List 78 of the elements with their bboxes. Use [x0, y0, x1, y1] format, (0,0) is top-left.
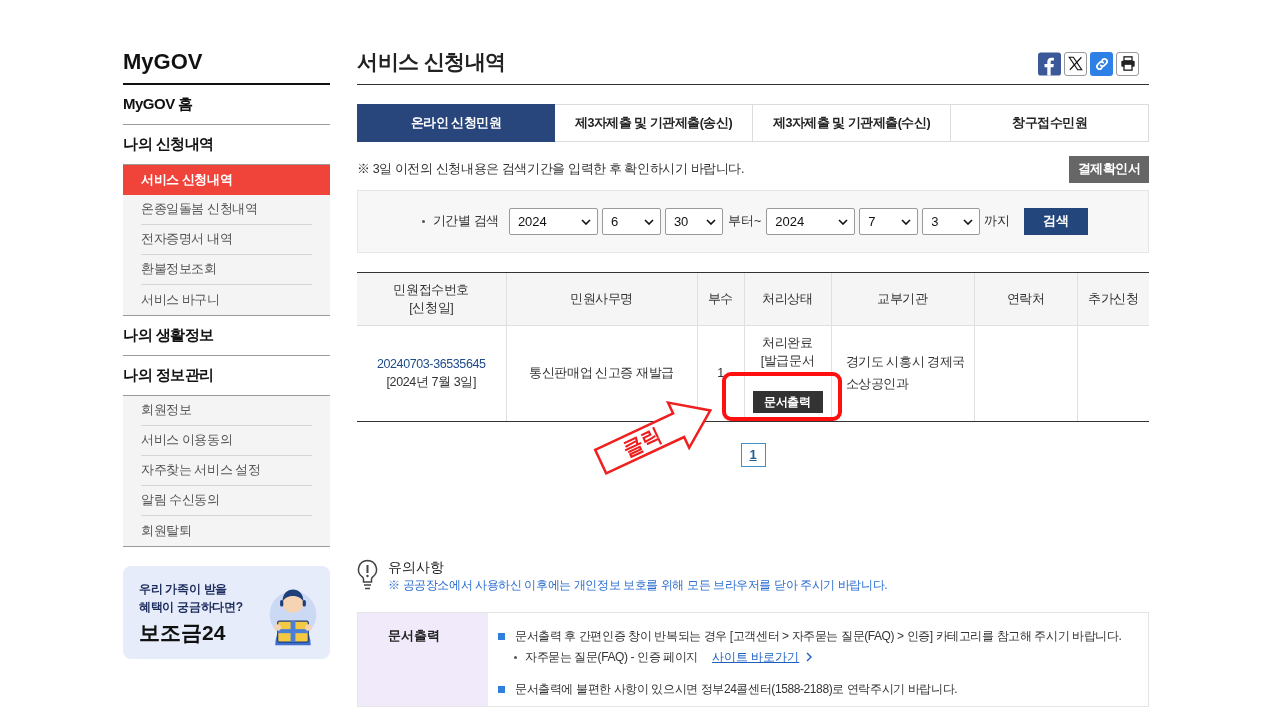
column-header: 부수	[697, 273, 744, 325]
x-logo-icon	[1068, 56, 1083, 71]
banner-text: 혜택이 궁금하다면?	[139, 598, 243, 616]
print-page-button[interactable]	[1116, 51, 1139, 76]
year-select[interactable]: 2024	[508, 208, 598, 235]
month-select[interactable]: 7	[859, 208, 919, 235]
range-text: 까지	[984, 213, 1011, 231]
callout-label: 클릭	[618, 422, 667, 463]
search-label: 기간별 검색	[432, 213, 499, 231]
sidebar-item[interactable]: 서비스 바구니	[141, 285, 312, 315]
sidebar-item[interactable]: 온종일돌봄 신청내역	[141, 195, 312, 225]
sidebar-item[interactable]: 알림 수신동의	[141, 486, 312, 516]
info-heading: 문서출력	[358, 613, 488, 706]
page-button[interactable]: 1	[740, 443, 766, 467]
year-select[interactable]: 2024	[766, 208, 856, 235]
status-text: 처리완료	[762, 334, 813, 352]
table-cell: 경기도 시흥시 경제국 소상공인과	[831, 325, 974, 421]
search-button[interactable]: 검색	[1024, 208, 1089, 235]
link-icon	[1093, 55, 1110, 72]
info-subtext: 자주묻는 질문(FAQ) - 인증 페이지	[525, 649, 698, 666]
sidebar-item[interactable]: 환불정보조회	[141, 255, 312, 285]
banner-text: 우리 가족이 받을	[139, 580, 228, 598]
sidebar-section-link[interactable]: 나의 생활정보	[123, 324, 214, 347]
day-select[interactable]: 3	[922, 208, 981, 235]
range-text: 부터~	[727, 213, 762, 231]
column-header: 추가신청	[1077, 273, 1149, 325]
info-text: 문서출력 후 간편인증 창이 반복되는 경우 [고객센터 > 자주묻는 질문(FAQ) > 인증] 카테고리를 참고해 주시기 바랍니다.	[515, 628, 1122, 645]
tab[interactable]: 온라인 신청민원	[357, 104, 555, 142]
payment-receipt-button[interactable]: 결제확인서	[1069, 156, 1149, 183]
sidebar-item[interactable]: 전자증명서 내역	[141, 225, 312, 255]
print-document-button[interactable]: 문서출력	[752, 390, 823, 413]
month-select[interactable]: 6	[601, 208, 661, 235]
sidebar-item[interactable]: 서비스 이용동의	[141, 426, 312, 456]
sidebar-item[interactable]: 서비스 신청내역	[123, 165, 330, 195]
sidebar-item[interactable]: 회원정보	[141, 396, 312, 426]
notes-message: ※ 공공장소에서 사용하신 이후에는 개인정보 보호를 위해 모든 브라우저를 닫아 주시기 바랍니다.	[388, 577, 888, 594]
column-header: 연락처	[974, 273, 1077, 325]
sidebar-item[interactable]: 자주찾는 서비스 설정	[141, 456, 312, 486]
column-header: 민원사무명	[506, 273, 697, 325]
sidebar-section-link[interactable]: 나의 신청내역	[123, 133, 214, 156]
info-text: 문서출력에 불편한 사항이 있으시면 정부24콜센터(1588-2188)로 연락주시기 바랍니다.	[515, 681, 958, 698]
square-bullet-icon	[498, 632, 505, 640]
receipt-number-link[interactable]: 20240703-36535645	[376, 355, 486, 374]
sidebar-title: MyGOV	[123, 50, 203, 73]
column-header: 처리상태	[744, 273, 831, 325]
column-header: 교부기관	[831, 273, 974, 325]
lightbulb-icon	[357, 559, 378, 591]
facebook-logo-icon	[1038, 51, 1061, 76]
caret-icon	[838, 218, 849, 225]
notice-text: ※ 3일 이전의 신청내용은 검색기간을 입력한 후 확인하시기 바랍니다.	[357, 161, 744, 179]
caret-icon	[963, 218, 974, 225]
day-select[interactable]: 30	[664, 208, 723, 235]
tab[interactable]: 제3자제출 및 기관제출(송신)	[555, 104, 753, 142]
banner-card[interactable]: 우리 가족이 받을 혜택이 궁금하다면? 보조금24	[123, 566, 330, 659]
printer-icon	[1119, 56, 1136, 71]
tab[interactable]: 창구접수민원	[951, 104, 1149, 142]
column-header: 민원접수번호 [신청일]	[357, 273, 506, 325]
sidebar-section-link[interactable]: 나의 정보관리	[123, 364, 214, 387]
copy-link-button[interactable]	[1090, 51, 1113, 76]
notes-title: 유의사항	[388, 558, 445, 576]
chevron-right-icon	[806, 652, 813, 662]
caret-icon	[580, 218, 591, 225]
application-date: [2024년 7월 3일]	[386, 374, 476, 392]
tab[interactable]: 제3자제출 및 기관제출(수신)	[753, 104, 951, 142]
caret-icon	[901, 218, 912, 225]
sidebar-item[interactable]: 회원탈퇴	[141, 516, 312, 546]
bullet-icon	[421, 220, 425, 223]
x-share-button[interactable]	[1064, 51, 1087, 76]
facebook-share-button[interactable]	[1038, 51, 1061, 76]
status-text: [발급문서	[760, 352, 815, 370]
bullet-icon	[514, 655, 517, 659]
site-shortcut-link[interactable]: 사이트 바로가기	[711, 648, 800, 666]
banner-brand: 보조금24	[139, 619, 227, 646]
page-title: 서비스 신청내역	[357, 49, 506, 76]
sidebar-section-link[interactable]: MyGOV 홈	[123, 93, 193, 116]
caret-icon	[705, 218, 716, 225]
caret-icon	[643, 218, 654, 225]
square-bullet-icon	[498, 685, 505, 693]
